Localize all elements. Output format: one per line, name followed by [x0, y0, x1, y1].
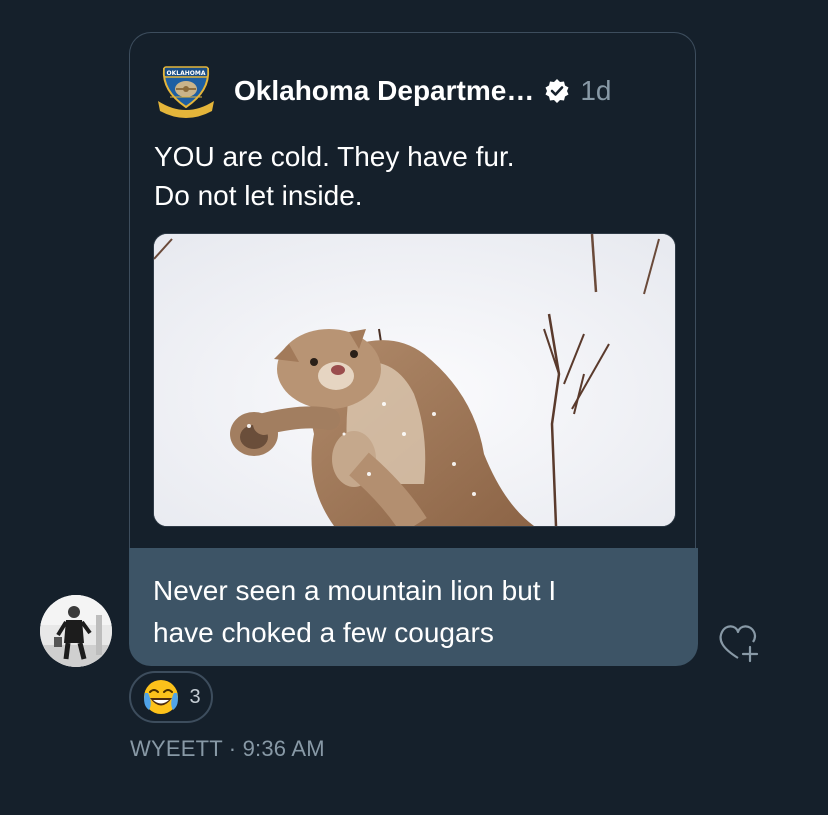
- quoted-tweet-header: OKLAHOMA Oklahoma Departme… 1d: [154, 61, 611, 121]
- laughing-crying-emoji-icon: [141, 677, 181, 717]
- quoted-tweet-card[interactable]: OKLAHOMA Oklahoma Departme… 1d YOU are c…: [129, 32, 696, 548]
- svg-text:OKLAHOMA: OKLAHOMA: [167, 70, 206, 77]
- quoted-tweet-time: 1d: [580, 75, 612, 106]
- verified-badge-icon: [544, 78, 570, 104]
- sender-name[interactable]: WYEETT: [130, 736, 222, 761]
- message-time: 9:36 AM: [242, 736, 325, 761]
- dm-conversation: OKLAHOMA Oklahoma Departme… 1d YOU are c…: [0, 0, 828, 815]
- message-bubble[interactable]: Never seen a mountain lion but I have ch…: [129, 548, 698, 666]
- quoted-tweet-line: YOU are cold. They have fur.: [154, 141, 515, 172]
- reaction-count: 3: [189, 685, 201, 708]
- oklahoma-wildlife-badge-icon[interactable]: OKLAHOMA: [154, 61, 218, 121]
- message-meta: WYEETT · 9:36 AM: [130, 736, 325, 762]
- meta-separator: ·: [228, 736, 237, 761]
- mountain-lion-photo[interactable]: [153, 233, 676, 527]
- message-line: have choked a few cougars: [153, 617, 494, 648]
- quoted-display-name[interactable]: Oklahoma Departme…: [234, 75, 534, 107]
- heart-plus-icon[interactable]: [716, 620, 766, 666]
- reaction-pill[interactable]: 3: [129, 671, 213, 723]
- sender-avatar[interactable]: [40, 595, 112, 667]
- quoted-tweet-line: Do not let inside.: [154, 180, 363, 211]
- message-line: Never seen a mountain lion but I: [153, 575, 557, 606]
- message-text: Never seen a mountain lion but I have ch…: [153, 570, 673, 654]
- quoted-tweet-text: YOU are cold. They have fur. Do not let …: [154, 137, 674, 215]
